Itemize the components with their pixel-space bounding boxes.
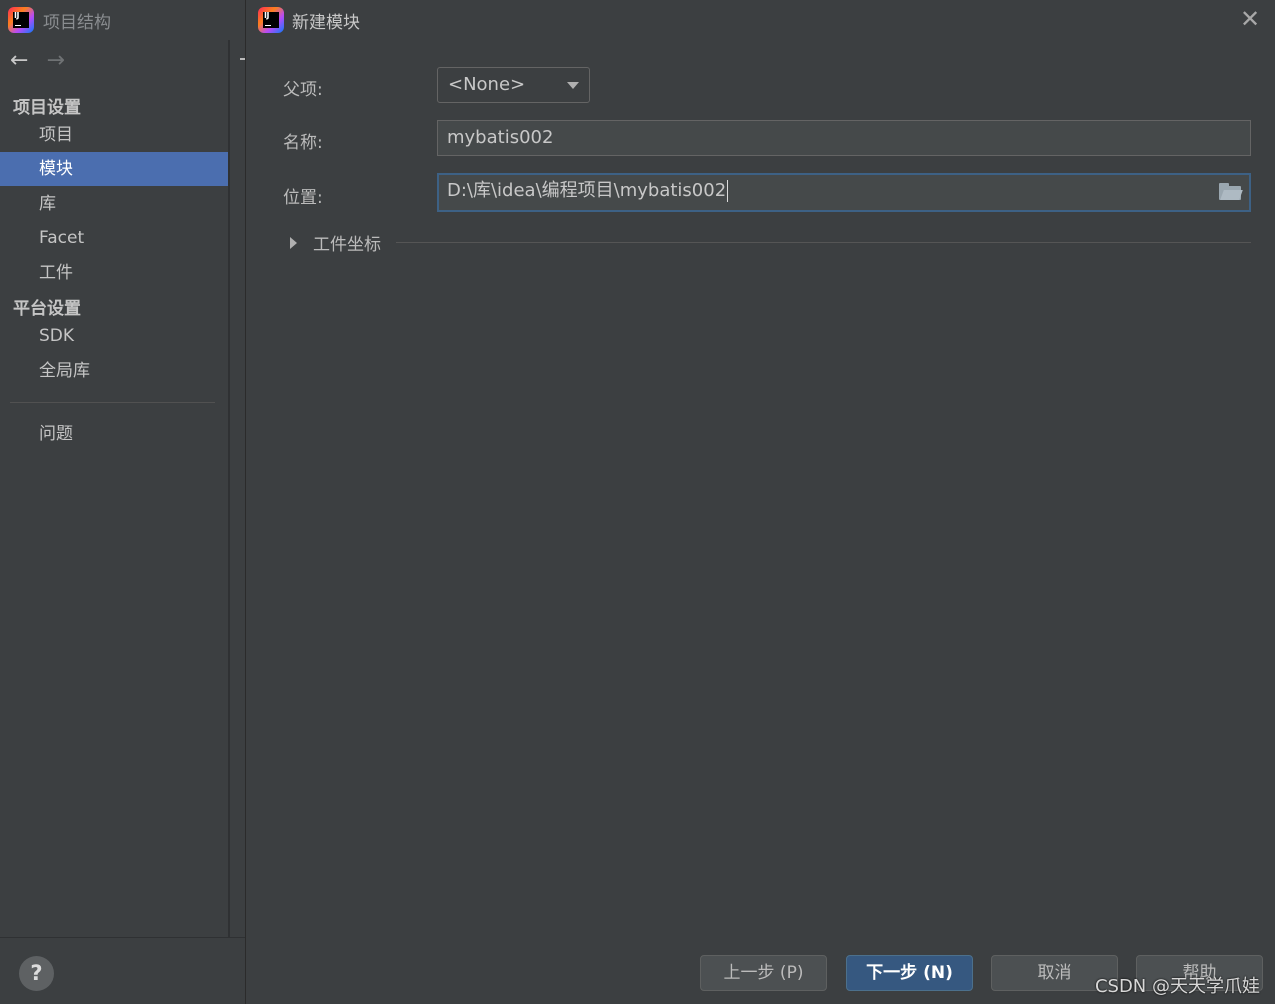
parent-combobox[interactable]: <None>: [437, 67, 590, 103]
parent-label: 父项:: [283, 80, 323, 100]
nav-arrows: ← →: [10, 50, 65, 72]
dialog-title: 新建模块: [292, 12, 360, 33]
sidebar-item-libraries[interactable]: 库: [0, 187, 228, 221]
previous-button[interactable]: 上一步 (P): [700, 955, 827, 991]
window-title: 项目结构: [43, 12, 111, 33]
sidebar-item-artifacts[interactable]: 工件: [0, 256, 228, 290]
project-structure-titlebar: IJ 项目结构: [0, 0, 245, 40]
next-button[interactable]: 下一步 (N): [846, 955, 973, 991]
sidebar-item-problems[interactable]: 问题: [0, 417, 228, 451]
sidebar-item-sdks[interactable]: SDK: [0, 319, 228, 353]
artifact-coordinates-expander[interactable]: 工件坐标: [290, 230, 381, 255]
help-icon[interactable]: ?: [19, 956, 54, 991]
name-field-value: mybatis002: [447, 127, 554, 148]
back-arrow-icon[interactable]: ←: [10, 50, 28, 72]
section-header-platform-settings: 平台设置: [13, 299, 81, 319]
csdn-watermark: CSDN @天天学爪娃: [1094, 976, 1260, 997]
chevron-down-icon: [567, 82, 579, 89]
folder-open-icon[interactable]: [1219, 183, 1243, 200]
name-label: 名称:: [283, 133, 323, 153]
artifact-coordinates-label: 工件坐标: [313, 235, 381, 255]
new-module-dialog: IJ 新建模块 ✕ 父项: <None> 名称: mybatis002 位置: …: [245, 0, 1275, 1004]
settings-sidebar: ← → 项目设置 项目 模块 库 Facet 工件 平台设置 SDK 全局库 问…: [0, 40, 228, 937]
intellij-logo-icon: IJ: [8, 7, 34, 33]
forward-arrow-icon[interactable]: →: [46, 50, 64, 72]
location-field-value: D:\库\idea\编程项目\mybatis002: [447, 180, 727, 201]
expander-separator: [396, 242, 1251, 243]
location-field[interactable]: D:\库\idea\编程项目\mybatis002: [437, 173, 1251, 212]
sidebar-item-modules[interactable]: 模块: [0, 152, 228, 186]
intellij-logo-icon: IJ: [258, 7, 284, 33]
dialog-titlebar: IJ 新建模块 ✕: [246, 0, 1275, 40]
close-icon[interactable]: ✕: [1238, 7, 1262, 32]
location-label: 位置:: [283, 188, 323, 208]
project-structure-footer: ?: [0, 937, 245, 1004]
sidebar-item-project[interactable]: 项目: [0, 118, 228, 152]
section-header-project-settings: 项目设置: [13, 98, 81, 118]
sidebar-item-facets[interactable]: Facet: [0, 221, 228, 255]
parent-combobox-value: <None>: [448, 74, 526, 95]
sidebar-item-global-libraries[interactable]: 全局库: [0, 354, 228, 388]
text-caret: [727, 180, 729, 202]
project-structure-window: IJ 项目结构 ← → 项目设置 项目 模块 库 Facet 工件 平台设置 S…: [0, 0, 245, 1004]
expand-triangle-icon: [290, 236, 297, 249]
name-field[interactable]: mybatis002: [437, 120, 1251, 156]
sidebar-divider: [10, 402, 215, 403]
background-content-strip: [230, 40, 245, 937]
